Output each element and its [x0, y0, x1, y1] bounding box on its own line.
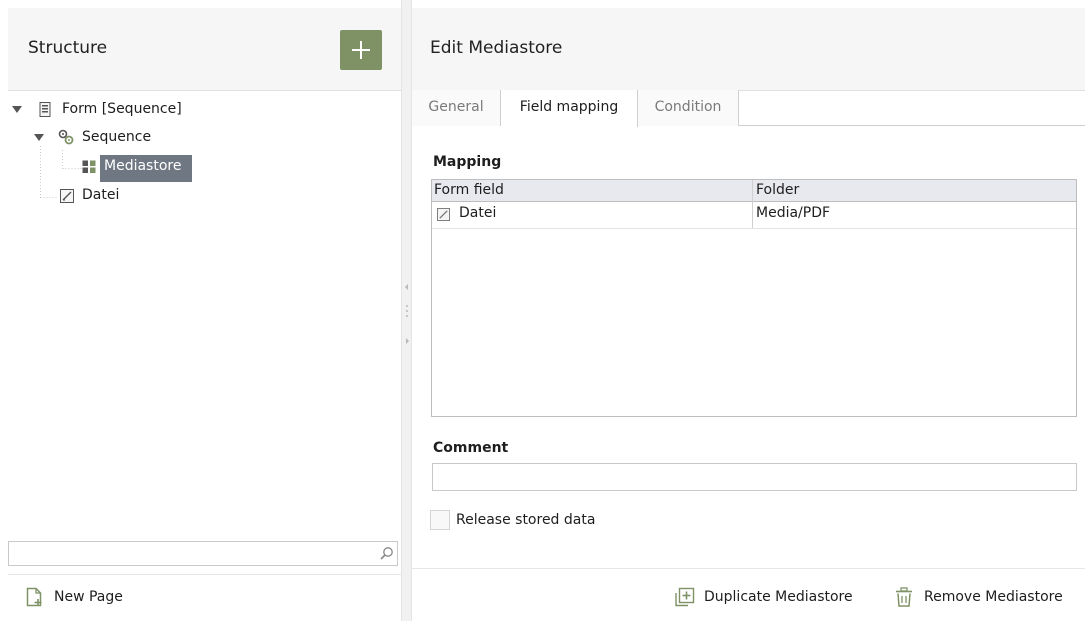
tree-item-mediastore[interactable]: Mediastore [82, 158, 192, 178]
tree-item-label: Datei [82, 187, 120, 203]
new-page-button[interactable]: New Page [18, 587, 148, 609]
cell-folder: Media/PDF [756, 205, 831, 221]
trash-icon [894, 587, 914, 607]
tab-field-mapping[interactable]: Field mapping [501, 90, 638, 127]
sequence-gears-icon [58, 129, 74, 145]
new-page-label: New Page [54, 589, 123, 605]
form-icon [39, 102, 51, 117]
tree-item-label: Sequence [82, 129, 152, 145]
table-row[interactable]: Datei Media/PDF [432, 203, 1076, 227]
tree-guides [40, 146, 82, 198]
structure-search-input[interactable] [8, 541, 398, 566]
comment-label: Comment [433, 440, 509, 456]
column-header-folder[interactable]: Folder [756, 182, 799, 198]
new-page-icon [26, 587, 44, 607]
remove-mediastore-button[interactable]: Remove Mediastore [894, 587, 1079, 609]
tree-item-form[interactable]: Form [Sequence] [12, 101, 212, 121]
comment-field[interactable] [432, 463, 1077, 491]
tree-item-label: Mediastore [104, 158, 182, 174]
row-divider [432, 228, 1076, 229]
tab-label: General [428, 99, 484, 115]
duplicate-label: Duplicate Mediastore [704, 589, 853, 605]
cell-form-field: Datei [459, 205, 497, 221]
mapping-table-header [432, 180, 1076, 202]
mapping-label: Mapping [433, 154, 502, 170]
tree-item-label: Form [Sequence] [62, 101, 182, 117]
search-icon[interactable] [380, 546, 394, 560]
mediastore-icon [82, 160, 96, 174]
tab-label: Field mapping [519, 99, 619, 115]
column-header-form-field[interactable]: Form field [434, 182, 504, 198]
tab-condition[interactable]: Condition [638, 90, 739, 126]
tree-item-sequence[interactable]: Sequence [34, 129, 234, 149]
expand-triangle-icon[interactable] [12, 106, 22, 114]
file-field-icon [437, 208, 450, 221]
tab-general[interactable]: General [412, 90, 501, 126]
tree-item-datei[interactable]: Datei [58, 187, 178, 207]
panel-splitter[interactable] [401, 0, 412, 621]
editor-title: Edit Mediastore [430, 38, 563, 58]
duplicate-mediastore-button[interactable]: Duplicate Mediastore [674, 587, 869, 609]
release-stored-data-checkbox[interactable] [430, 510, 450, 530]
remove-label: Remove Mediastore [924, 589, 1063, 605]
duplicate-icon [674, 587, 696, 607]
file-field-icon [60, 189, 74, 203]
tab-label: Condition [654, 99, 722, 115]
expand-triangle-icon[interactable] [34, 134, 44, 142]
release-stored-data-label[interactable]: Release stored data [456, 512, 595, 528]
